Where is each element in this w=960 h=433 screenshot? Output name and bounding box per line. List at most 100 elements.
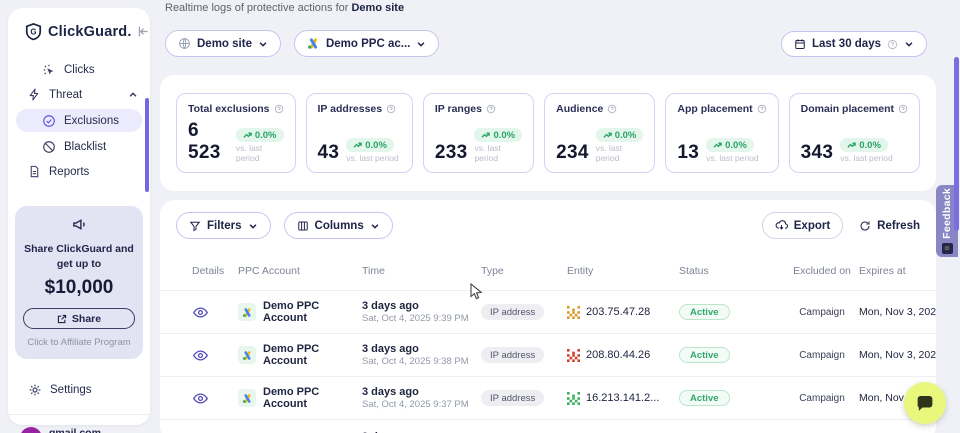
sidebar-item-settings[interactable]: Settings bbox=[8, 377, 150, 402]
col-expires-at[interactable]: Expires at bbox=[859, 265, 920, 277]
sidebar-nav: Clicks Threat Exclusions Blacklist bbox=[8, 57, 150, 184]
page-scrollbar-thumb[interactable] bbox=[954, 57, 959, 231]
sidebar-item-exclusions[interactable]: Exclusions bbox=[16, 109, 142, 132]
site-dropdown[interactable]: Demo site bbox=[165, 30, 281, 57]
smiley-icon: ☺ bbox=[942, 243, 953, 254]
columns-button[interactable]: Columns bbox=[284, 212, 393, 239]
stat-card-ip-addresses: IP addresses 43 0.0% vs. last period bbox=[306, 93, 413, 173]
help-icon[interactable] bbox=[274, 104, 284, 114]
chat-launcher-button[interactable] bbox=[904, 382, 946, 424]
ip-identicon bbox=[567, 306, 580, 319]
ppc-account-cell: Demo PPC Account bbox=[238, 343, 362, 367]
view-details-eye-icon[interactable] bbox=[192, 390, 210, 407]
help-icon[interactable] bbox=[898, 104, 908, 114]
help-icon[interactable] bbox=[386, 104, 396, 114]
stat-value: 343 bbox=[801, 142, 834, 164]
sidebar-item-threat[interactable]: Threat bbox=[8, 82, 150, 107]
entity-cell: 208.80.44.26 bbox=[567, 349, 679, 362]
prohibit-icon bbox=[42, 140, 56, 154]
col-ppc-account[interactable]: PPC Account bbox=[238, 265, 362, 277]
sidebar-collapse-icon[interactable] bbox=[137, 25, 150, 38]
type-badge: IP address bbox=[481, 347, 544, 363]
brand-name: ClickGuard. bbox=[48, 24, 132, 40]
trend-badge: 0.0% bbox=[474, 128, 522, 142]
view-details-eye-icon[interactable] bbox=[192, 347, 210, 364]
lightning-icon bbox=[28, 88, 41, 101]
sidebar-item-clicks[interactable]: Clicks bbox=[8, 57, 150, 82]
settings-label: Settings bbox=[50, 384, 92, 396]
stats-panel: Total exclusions 6 523 0.0% vs. last per… bbox=[160, 75, 936, 191]
col-time[interactable]: Time bbox=[362, 265, 481, 277]
col-entity[interactable]: Entity bbox=[567, 265, 679, 277]
status-cell: Active bbox=[679, 390, 793, 406]
filters-button[interactable]: Filters bbox=[176, 212, 271, 239]
ppc-account-dropdown[interactable]: Demo PPC ac... bbox=[294, 30, 439, 57]
external-link-icon bbox=[57, 314, 67, 324]
trend-badge: 0.0% bbox=[596, 128, 644, 142]
nav-label: Threat bbox=[49, 89, 82, 101]
stat-caption: vs. last period bbox=[236, 143, 284, 163]
entity-cell: 16.213.141.2... bbox=[567, 392, 679, 405]
table-row-partial: 3 days ago bbox=[160, 420, 936, 433]
refresh-button[interactable]: Refresh bbox=[859, 220, 920, 232]
type-cell: IP address bbox=[481, 304, 567, 320]
time-cell: 3 days agoSat, Oct 4, 2025 9:39 PM bbox=[362, 300, 481, 324]
table-row: Demo PPC Account 3 days agoSat, Oct 4, 2… bbox=[160, 377, 936, 420]
nav-label: Reports bbox=[49, 166, 89, 178]
google-ads-icon bbox=[238, 389, 256, 407]
type-cell: IP address bbox=[481, 390, 567, 406]
expires-at-cell: Mon, Nov 3, 2025 bbox=[859, 306, 936, 318]
status-badge: Active bbox=[679, 304, 730, 320]
help-icon[interactable] bbox=[757, 104, 767, 114]
trend-badge: 0.0% bbox=[706, 138, 754, 152]
clickguard-shield-icon: G bbox=[24, 22, 43, 41]
stat-card-total-exclusions: Total exclusions 6 523 0.0% vs. last per… bbox=[176, 93, 296, 173]
nav-label: Exclusions bbox=[64, 115, 119, 127]
chat-bubble-icon bbox=[915, 394, 935, 412]
table-toolbar: Filters Columns Export Refresh bbox=[160, 200, 936, 239]
stat-value: 43 bbox=[318, 142, 340, 164]
promo-amount: $10,000 bbox=[23, 277, 135, 299]
affiliate-promo-card: Share ClickGuard and get up to $10,000 S… bbox=[15, 206, 143, 359]
help-icon[interactable] bbox=[887, 39, 898, 50]
help-icon[interactable] bbox=[607, 104, 617, 114]
entity-cell: 203.75.47.28 bbox=[567, 306, 679, 319]
col-excluded-on[interactable]: Excluded on bbox=[793, 265, 859, 277]
view-details-eye-icon[interactable] bbox=[192, 304, 210, 321]
svg-text:G: G bbox=[30, 27, 36, 36]
stat-card-domain-placement: Domain placement 343 0.0% vs. last perio… bbox=[789, 93, 920, 173]
col-details[interactable]: Details bbox=[176, 265, 238, 277]
sidebar-item-blacklist[interactable]: Blacklist bbox=[8, 134, 150, 159]
col-type[interactable]: Type bbox=[481, 265, 567, 277]
cloud-download-icon bbox=[775, 219, 788, 232]
account-switcher[interactable]: NA gmail.com naatali.ro@gmail.com bbox=[8, 415, 150, 433]
ppc-account-cell: Demo PPC Account bbox=[238, 386, 362, 410]
col-status[interactable]: Status bbox=[679, 265, 793, 277]
affiliate-link[interactable]: Click to Affiliate Program bbox=[23, 337, 135, 348]
sidebar-scrollbar-thumb[interactable] bbox=[145, 98, 149, 192]
table-row: Demo PPC Account 3 days agoSat, Oct 4, 2… bbox=[160, 334, 936, 377]
table-row: Demo PPC Account 3 days agoSat, Oct 4, 2… bbox=[160, 291, 936, 334]
chevron-down-icon bbox=[258, 39, 268, 49]
stat-caption: vs. last period bbox=[840, 153, 892, 163]
stat-value: 234 bbox=[556, 142, 589, 164]
help-icon[interactable] bbox=[486, 104, 496, 114]
calendar-icon bbox=[794, 38, 806, 50]
trend-badge: 0.0% bbox=[840, 138, 888, 152]
nav-label: Blacklist bbox=[64, 141, 106, 153]
share-button[interactable]: Share bbox=[23, 308, 135, 329]
export-button[interactable]: Export bbox=[762, 212, 843, 239]
stat-card-audience: Audience 234 0.0% vs. last period bbox=[544, 93, 655, 173]
stat-caption: vs. last period bbox=[596, 143, 644, 163]
status-badge: Active bbox=[679, 390, 730, 406]
stat-caption: vs. last period bbox=[474, 143, 522, 163]
funnel-icon bbox=[189, 220, 201, 232]
date-range-dropdown[interactable]: Last 30 days bbox=[781, 31, 927, 57]
sidebar-item-reports[interactable]: Reports bbox=[8, 159, 150, 184]
promo-text: Share ClickGuard and get up to bbox=[23, 242, 135, 272]
type-badge: IP address bbox=[481, 304, 544, 320]
stat-card-ip-ranges: IP ranges 233 0.0% vs. last period bbox=[423, 93, 534, 173]
columns-icon bbox=[297, 220, 309, 232]
type-cell: IP address bbox=[481, 347, 567, 363]
avatar: NA bbox=[20, 427, 42, 433]
